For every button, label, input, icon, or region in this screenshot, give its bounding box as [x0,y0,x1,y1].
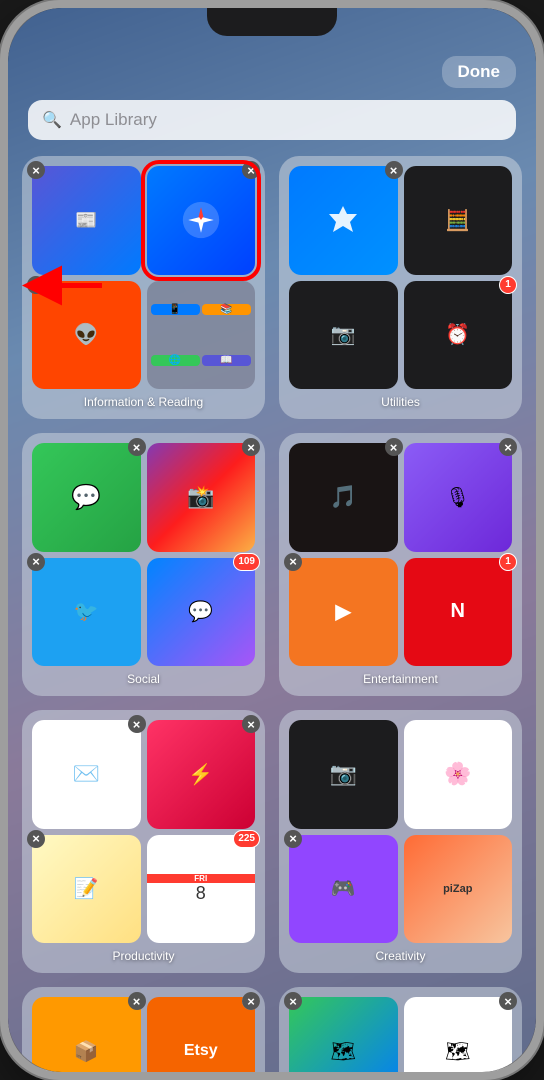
screen-content: Done 🔍 App Library [8,8,536,1072]
close-btn-notes[interactable] [27,830,45,848]
close-btn-1[interactable] [27,161,45,179]
close-btn-safari[interactable] [242,161,260,179]
search-icon: 🔍 [42,110,62,130]
apps-grid-shopping: 📦 1 Etsy [32,997,255,1072]
folder-label-productivity: Productivity [32,949,255,963]
app-icon-crunchyroll[interactable]: ▶ [289,558,398,667]
app-icon-amazon[interactable]: 📦 [32,997,141,1072]
close-btn-maps-google[interactable] [499,992,517,1010]
close-btn-messages[interactable] [128,438,146,456]
phone-inner: Done 🔍 App Library [8,8,536,1072]
app-icon-gmail[interactable]: ✉️ [32,720,141,829]
screen: Done 🔍 App Library [8,8,536,1072]
notch [207,8,337,36]
app-icon-reddit[interactable]: 👽 [32,281,141,390]
close-btn-instagram[interactable] [242,438,260,456]
app-icon-twitter[interactable]: 🐦 [32,558,141,667]
close-btn-spotify[interactable] [385,438,403,456]
folder-productivity[interactable]: ✉️ ⚡ [22,710,265,973]
app-icon-pizap[interactable]: piZap [404,835,513,944]
app-icon-calendar[interactable]: 225 FRI 8 [147,835,256,944]
search-placeholder: App Library [70,110,157,130]
close-btn-appstore[interactable] [385,161,403,179]
close-btn-reddit[interactable] [27,276,45,294]
close-btn-twitter[interactable] [27,553,45,571]
badge-clock: 1 [499,276,517,294]
app-icon-podcasts[interactable]: 🎙 [404,443,513,552]
close-btn-etsy[interactable] [242,992,260,1010]
app-icon-calculator[interactable]: 🧮 [404,166,513,275]
app-icon-spotify[interactable]: 🎵 [289,443,398,552]
folder-social[interactable]: 💬 📸 [22,433,265,696]
app-icon-messenger[interactable]: 109 💬 [147,558,256,667]
close-btn-gmail[interactable] [128,715,146,733]
app-icon-notes[interactable]: 📝 [32,835,141,944]
badge-messenger: 109 [233,553,260,571]
app-icon-camera2[interactable]: 📷 [289,720,398,829]
close-btn-maps-apple[interactable] [284,992,302,1010]
close-btn-twitch[interactable] [284,830,302,848]
app-icon-small-group[interactable]: 📱 📚 🌐 📖 [147,281,256,390]
app-icon-maps-google[interactable]: 🗺 [404,997,513,1072]
app-icon-safari[interactable] [147,166,256,275]
folder-info-reading[interactable]: 📰 [22,156,265,419]
folder-utilities[interactable]: 🧮 📷 1 [279,156,522,419]
app-icon-maps-apple[interactable]: 🗺 [289,997,398,1072]
app-icon-etsy[interactable]: 1 Etsy [147,997,256,1072]
top-bar: Done [8,48,536,96]
folder-label-entertainment: Entertainment [289,672,512,686]
folder-label-utilities: Utilities [289,395,512,409]
folder-entertainment[interactable]: 🎵 🎙 [279,433,522,696]
close-btn-amazon[interactable] [128,992,146,1010]
app-icon-twitch[interactable]: 🎮 [289,835,398,944]
search-bar[interactable]: 🔍 App Library [28,100,516,140]
folder-label-social: Social [32,672,255,686]
app-icon-1[interactable]: 📰 [32,166,141,275]
app-icon-spark[interactable]: ⚡ [147,720,256,829]
folders-grid: 📰 [8,156,536,1072]
apps-grid-maps: 🗺 🗺 [289,997,512,1072]
folder-creativity[interactable]: 📷 🌸 [279,710,522,973]
app-icon-messages[interactable]: 💬 [32,443,141,552]
app-icon-instagram[interactable]: 📸 [147,443,256,552]
apps-grid-entertainment: 🎵 🎙 [289,443,512,666]
close-btn-podcasts[interactable] [499,438,517,456]
app-icon-appstore[interactable] [289,166,398,275]
app-icon-photos[interactable]: 🌸 [404,720,513,829]
folder-label-creativity: Creativity [289,949,512,963]
apps-grid-productivity: ✉️ ⚡ [32,720,255,943]
close-btn-crunchyroll[interactable] [284,553,302,571]
folder-shopping[interactable]: 📦 1 Etsy [22,987,265,1072]
folder-label-info: Information & Reading [32,395,255,409]
folder-maps[interactable]: 🗺 🗺 [279,987,522,1072]
badge-calendar: 225 [233,830,260,848]
app-icon-clock[interactable]: 1 ⏰ [404,281,513,390]
phone-frame: Done 🔍 App Library [0,0,544,1080]
app-icon-netflix[interactable]: 1 N [404,558,513,667]
app-icon-camera[interactable]: 📷 [289,281,398,390]
apps-grid-creativity: 📷 🌸 [289,720,512,943]
done-button[interactable]: Done [442,56,517,88]
apps-grid-info: 📰 [32,166,255,389]
apps-grid-utilities: 🧮 📷 1 [289,166,512,389]
badge-netflix: 1 [499,553,517,571]
close-btn-spark[interactable] [242,715,260,733]
apps-grid-social: 💬 📸 [32,443,255,666]
